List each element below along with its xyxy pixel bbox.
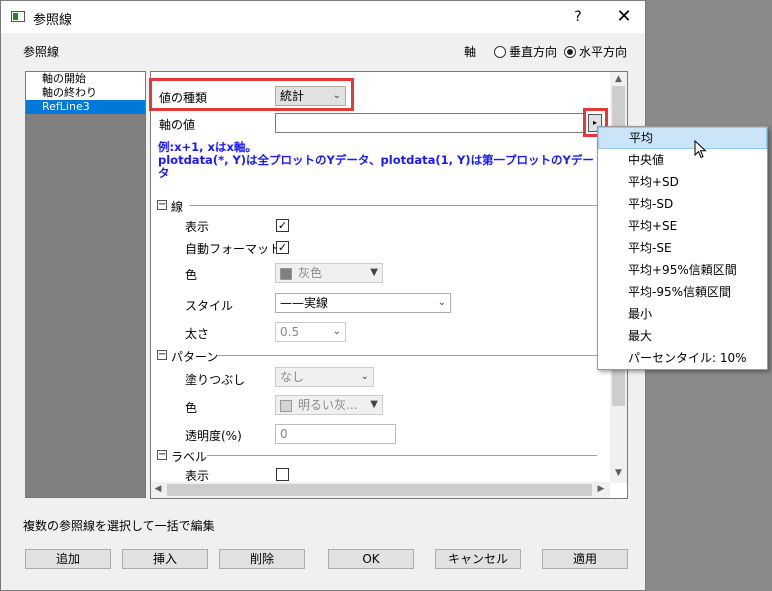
apply-button[interactable]: 適用	[542, 549, 628, 569]
close-button[interactable]: ✕	[613, 7, 635, 27]
axis-value-input[interactable]	[275, 113, 585, 133]
collapse-icon[interactable]: −	[157, 200, 167, 210]
group-pattern-title: パターン	[171, 350, 219, 364]
radio-horizontal-dot[interactable]	[564, 45, 576, 58]
radio-vertical-dot[interactable]	[494, 45, 506, 58]
axis-value-hint: 例:x+1, xはx軸。 plotdata(*, Y)は全プロットのYデータ、p…	[158, 141, 608, 180]
group-divider	[217, 355, 597, 356]
multi-edit-text: 複数の参照線を選択して一括で編集	[23, 519, 215, 533]
color-label: 色	[185, 268, 198, 282]
horizontal-scroll-thumb[interactable]	[167, 484, 592, 496]
delete-button[interactable]: 削除	[219, 549, 305, 569]
dropdown-arrow-icon: ▼	[370, 267, 378, 278]
chevron-down-icon: ⌄	[360, 371, 369, 382]
title-bar: 参照線 ? ✕	[1, 1, 645, 33]
color-value: 灰色	[298, 266, 323, 280]
axis-value-label: 軸の値	[159, 118, 196, 132]
window-title: 参照線	[33, 13, 73, 28]
style-value: ——実線	[280, 296, 329, 310]
dropdown-arrow-icon: ▼	[370, 399, 378, 410]
menu-item-mean[interactable]: 平均	[598, 127, 767, 149]
scroll-up-icon[interactable]: ▲	[610, 74, 627, 84]
help-button[interactable]: ?	[568, 7, 588, 27]
pattern-color-value: 明るい灰...	[298, 398, 358, 412]
insert-button[interactable]: 挿入	[122, 549, 208, 569]
ok-button[interactable]: OK	[328, 549, 414, 569]
collapse-icon[interactable]: −	[157, 450, 167, 460]
label-show-checkbox[interactable]	[276, 468, 289, 481]
group-divider	[189, 205, 597, 206]
radio-horizontal[interactable]: 水平方向	[564, 43, 627, 60]
scroll-left-icon[interactable]: ◀	[151, 484, 165, 494]
group-line-title: 線	[171, 200, 184, 214]
width-label: 太さ	[185, 327, 210, 341]
reference-line-list[interactable]: 軸の開始 軸の終わり RefLine3	[25, 71, 146, 498]
pattern-color-swatch	[280, 399, 292, 412]
hint-line-3: タ	[158, 166, 170, 180]
menu-item-mean-minus-ci[interactable]: 平均-95%信頼区間	[598, 281, 767, 303]
list-item-selected[interactable]: RefLine3	[26, 100, 145, 114]
menu-item-percentile[interactable]: パーセンタイル: 10%	[598, 347, 767, 369]
menu-item-min[interactable]: 最小	[598, 303, 767, 325]
style-label: スタイル	[185, 299, 234, 313]
fill-select[interactable]: なし ⌄	[275, 367, 374, 387]
hint-line-2: plotdata(*, Y)は全プロットのYデータ、plotdata(1, Y)…	[158, 153, 594, 167]
collapse-icon[interactable]: −	[157, 350, 167, 360]
pattern-color-label: 色	[185, 401, 198, 415]
list-item[interactable]: 軸の終わり	[26, 86, 145, 100]
statistics-dropdown-menu: 平均 中央値 平均+SD 平均-SD 平均+SE 平均-SE 平均+95%信頼区…	[597, 126, 768, 370]
show-checkbox[interactable]: ✓	[276, 219, 289, 232]
width-value: 0.5	[280, 325, 300, 339]
autoformat-checkbox[interactable]: ✓	[276, 241, 289, 254]
pattern-color-select[interactable]: 明るい灰... ▼	[275, 395, 383, 415]
scroll-down-icon[interactable]: ▼	[610, 468, 627, 478]
width-select[interactable]: 0.5 ⌄	[275, 322, 346, 342]
scroll-right-icon[interactable]: ▶	[594, 484, 608, 494]
chevron-down-icon: ⌄	[332, 326, 341, 337]
fill-label: 塗りつぶし	[185, 373, 246, 387]
transparency-input[interactable]: 0	[275, 424, 396, 444]
menu-item-mean-minus-sd[interactable]: 平均-SD	[598, 193, 767, 215]
radio-horizontal-label: 水平方向	[579, 45, 628, 59]
radio-vertical-label: 垂直方向	[509, 45, 558, 59]
mouse-cursor-icon	[694, 140, 707, 159]
highlight-box-value-type	[149, 78, 354, 111]
menu-item-mean-minus-se[interactable]: 平均-SE	[598, 237, 767, 259]
menu-item-mean-plus-sd[interactable]: 平均+SD	[598, 171, 767, 193]
radio-vertical[interactable]: 垂直方向	[494, 43, 557, 60]
menu-item-median[interactable]: 中央値	[598, 149, 767, 171]
list-item[interactable]: 軸の開始	[26, 72, 145, 86]
menu-item-mean-plus-ci[interactable]: 平均+95%信頼区間	[598, 259, 767, 281]
fill-value: なし	[280, 370, 305, 384]
style-select[interactable]: ——実線 ⌄	[275, 293, 451, 313]
axis-label: 軸	[464, 45, 477, 59]
group-line[interactable]: − 線	[157, 198, 597, 214]
color-select[interactable]: 灰色 ▼	[275, 263, 383, 283]
cancel-button[interactable]: キャンセル	[435, 549, 521, 569]
group-pattern[interactable]: − パターン	[157, 348, 597, 364]
menu-item-max[interactable]: 最大	[598, 325, 767, 347]
menu-item-mean-plus-se[interactable]: 平均+SE	[598, 215, 767, 237]
app-icon	[11, 11, 25, 22]
autoformat-label: 自動フォーマット	[185, 242, 282, 256]
horizontal-scrollbar[interactable]: ◀ ▶	[151, 482, 610, 498]
reference-line-dialog: 参照線 ? ✕ 参照線 軸 垂直方向 水平方向 軸の開始 軸の終わり RefLi…	[0, 0, 646, 591]
show-label: 表示	[185, 220, 210, 234]
add-button[interactable]: 追加	[25, 549, 111, 569]
color-swatch	[280, 267, 292, 280]
group-divider	[207, 455, 597, 456]
group-label[interactable]: − ラベル	[157, 448, 597, 464]
group-label-title: ラベル	[171, 450, 208, 464]
transparency-label: 透明度(%)	[185, 429, 242, 443]
chevron-down-icon: ⌄	[437, 297, 446, 308]
section-label: 参照線	[23, 45, 60, 59]
